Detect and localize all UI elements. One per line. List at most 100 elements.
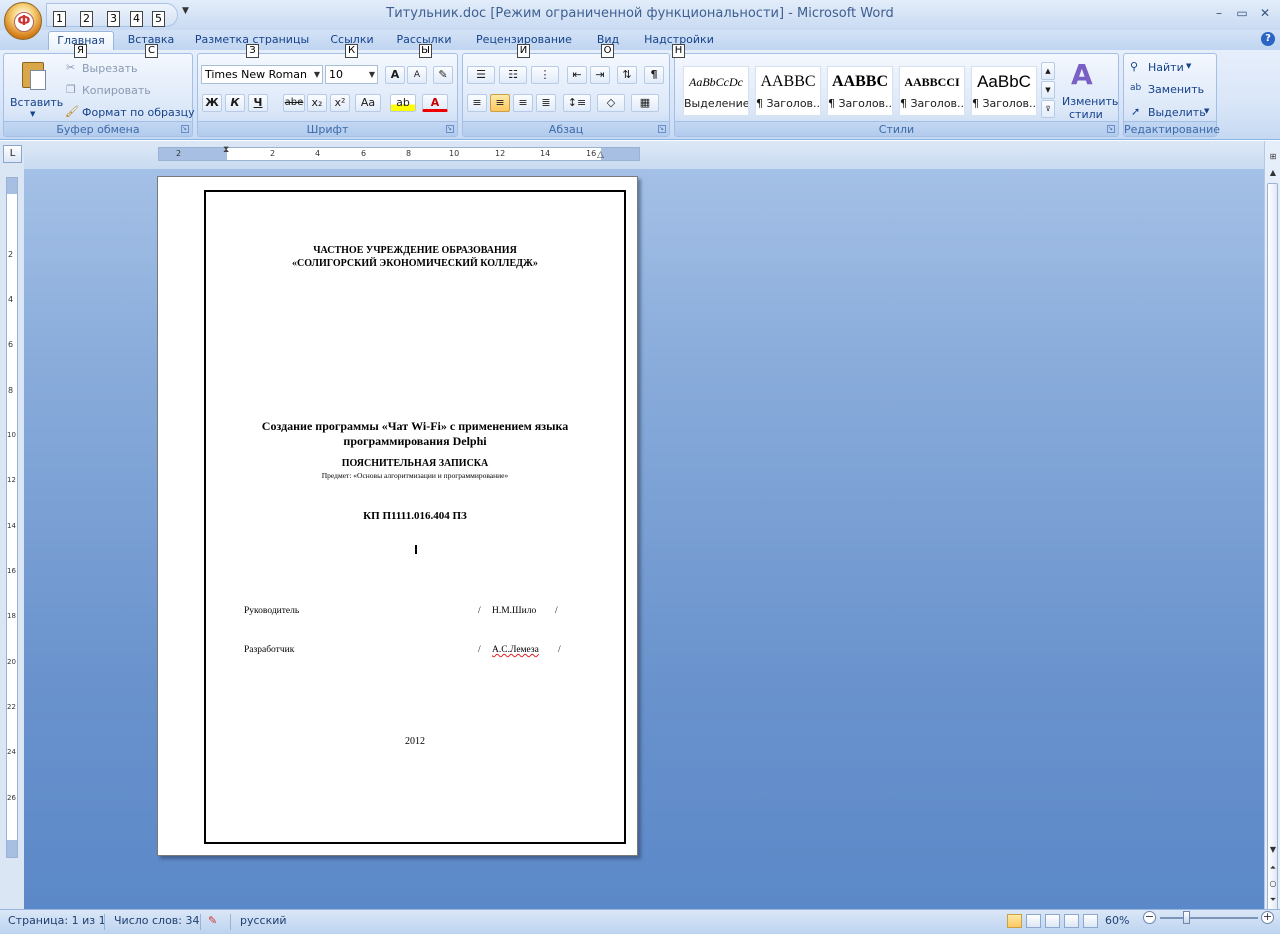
find-button[interactable]: Найти bbox=[1148, 61, 1184, 74]
align-left-icon[interactable]: ≡ bbox=[467, 94, 487, 112]
ruler-tick: 20 bbox=[7, 658, 16, 666]
ruler-margin-top bbox=[7, 178, 17, 194]
next-page-icon[interactable]: ⏷ bbox=[1267, 894, 1279, 906]
right-indent-icon[interactable]: △ bbox=[597, 150, 604, 160]
qat-key-redo[interactable]: 3 bbox=[107, 11, 120, 27]
styles-scroll-up-icon[interactable]: ▲ bbox=[1041, 62, 1055, 80]
ruler-margin-left bbox=[159, 148, 227, 160]
cut-button[interactable]: Вырезать bbox=[82, 62, 137, 75]
vertical-ruler[interactable]: 2 4 6 8 10 12 14 16 18 20 22 24 26 bbox=[6, 177, 18, 858]
office-button[interactable]: Ф bbox=[4, 2, 42, 40]
multilevel-list-icon[interactable]: ⋮ bbox=[531, 66, 559, 84]
developer-label: Разработчик bbox=[244, 645, 295, 655]
select-button[interactable]: Выделить bbox=[1148, 106, 1206, 119]
tab-selector-button[interactable]: L bbox=[3, 145, 22, 163]
minimize-button[interactable]: – bbox=[1208, 4, 1230, 22]
font-group-label: Шрифт bbox=[198, 121, 457, 136]
font-launcher-icon[interactable]: ↘ bbox=[446, 125, 454, 133]
style-heading-4[interactable]: AaBbC ¶ Заголов... bbox=[971, 66, 1037, 116]
horizontal-ruler[interactable]: ⧗ △ 2 2 4 6 8 10 12 14 16 bbox=[158, 145, 640, 161]
style-heading-1[interactable]: AABBC ¶ Заголов... bbox=[755, 66, 821, 116]
underline-button[interactable]: Ч bbox=[248, 94, 268, 112]
word-count[interactable]: Число слов: 34 bbox=[114, 914, 200, 927]
draft-view-icon[interactable] bbox=[1083, 914, 1098, 928]
first-line-indent-icon[interactable]: ⧗ bbox=[223, 145, 229, 155]
scrollbar-thumb[interactable] bbox=[1267, 183, 1278, 934]
clear-formatting-icon[interactable]: ✎ bbox=[433, 66, 453, 84]
ruler-tick: 2 bbox=[8, 250, 14, 259]
web-layout-icon[interactable] bbox=[1045, 914, 1060, 928]
superscript-button[interactable]: x² bbox=[330, 94, 350, 112]
style-heading-3[interactable]: AABBCCI ¶ Заголов... bbox=[899, 66, 965, 116]
numbering-icon[interactable]: ☷ bbox=[499, 66, 527, 84]
change-styles-label-1[interactable]: Изменить bbox=[1062, 95, 1118, 108]
font-name-combo[interactable]: Times New Roman ▼ bbox=[201, 65, 323, 84]
change-styles-label-2[interactable]: стили bbox=[1069, 108, 1103, 121]
show-formatting-button[interactable]: ¶ bbox=[644, 66, 664, 84]
close-button[interactable]: ✕ bbox=[1254, 4, 1276, 22]
bullets-icon[interactable]: ☰ bbox=[467, 66, 495, 84]
subscript-button[interactable]: x₂ bbox=[307, 94, 327, 112]
outline-view-icon[interactable] bbox=[1064, 914, 1079, 928]
paste-button[interactable]: Вставить bbox=[10, 96, 63, 109]
qat-key-5[interactable]: 5 bbox=[152, 11, 165, 27]
full-screen-reading-icon[interactable] bbox=[1026, 914, 1041, 928]
zoom-slider-thumb[interactable] bbox=[1183, 911, 1190, 924]
document-page[interactable]: ЧАСТНОЕ УЧРЕЖДЕНИЕ ОБРАЗОВАНИЯ «СОЛИГОРС… bbox=[157, 176, 638, 856]
styles-more-icon[interactable]: ⊽ bbox=[1041, 100, 1055, 118]
decrease-indent-icon[interactable]: ⇤ bbox=[567, 66, 587, 84]
increase-indent-icon[interactable]: ⇥ bbox=[590, 66, 610, 84]
vertical-scrollbar[interactable]: ⊞ ▲ ▼ ⏶ ○ ⏷ bbox=[1264, 141, 1280, 934]
justify-icon[interactable]: ≣ bbox=[536, 94, 556, 112]
align-center-icon[interactable]: ≡ bbox=[490, 94, 510, 112]
clipboard-launcher-icon[interactable]: ↘ bbox=[181, 125, 189, 133]
shrink-font-button[interactable]: A bbox=[407, 66, 427, 84]
align-right-icon[interactable]: ≡ bbox=[513, 94, 533, 112]
styles-scroll-down-icon[interactable]: ▼ bbox=[1041, 81, 1055, 99]
bold-button[interactable]: Ж bbox=[202, 94, 222, 112]
chevron-down-icon[interactable]: ▼ bbox=[1186, 62, 1191, 70]
qat-key-undo[interactable]: 2 bbox=[80, 11, 93, 27]
qat-key-save[interactable]: 1 bbox=[53, 11, 66, 27]
paste-dropdown-icon[interactable]: ▼ bbox=[30, 110, 35, 118]
zoom-slider[interactable] bbox=[1160, 917, 1258, 919]
supervisor-label: Руководитель bbox=[244, 606, 300, 616]
print-layout-view-icon[interactable] bbox=[1007, 914, 1022, 928]
style-heading-2[interactable]: AABBC ¶ Заголов... bbox=[827, 66, 893, 116]
copy-button[interactable]: Копировать bbox=[82, 84, 151, 97]
zoom-out-button[interactable]: − bbox=[1143, 911, 1156, 924]
page-border-frame: ЧАСТНОЕ УЧРЕЖДЕНИЕ ОБРАЗОВАНИЯ «СОЛИГОРС… bbox=[204, 190, 626, 844]
language-indicator[interactable]: русский bbox=[240, 914, 287, 927]
help-icon[interactable]: ? bbox=[1261, 32, 1275, 46]
shading-icon[interactable]: ◇ bbox=[597, 94, 625, 112]
format-painter-button[interactable]: Формат по образцу bbox=[82, 106, 195, 119]
italic-button[interactable]: К bbox=[225, 94, 245, 112]
styles-launcher-icon[interactable]: ↘ bbox=[1107, 125, 1115, 133]
chevron-down-icon: ▼ bbox=[313, 70, 320, 79]
proofing-icon[interactable]: ✎ bbox=[208, 914, 217, 927]
page-count[interactable]: Страница: 1 из 1 bbox=[8, 914, 106, 927]
scroll-up-icon[interactable]: ▲ bbox=[1267, 167, 1279, 179]
ruler-toggle-icon[interactable]: ⊞ bbox=[1267, 151, 1279, 163]
zoom-in-button[interactable]: + bbox=[1261, 911, 1274, 924]
ruler-tick: 4 bbox=[315, 149, 321, 158]
style-emphasis[interactable]: AaBbCcDc Выделение bbox=[683, 66, 749, 116]
sort-icon[interactable]: ⇅ bbox=[617, 66, 637, 84]
scroll-down-icon[interactable]: ▼ bbox=[1267, 844, 1279, 856]
paragraph-launcher-icon[interactable]: ↘ bbox=[658, 125, 666, 133]
zoom-level[interactable]: 60% bbox=[1105, 914, 1129, 927]
previous-page-icon[interactable]: ⏶ bbox=[1267, 862, 1279, 874]
font-color-icon[interactable]: A bbox=[422, 94, 448, 112]
qat-key-4[interactable]: 4 bbox=[130, 11, 143, 27]
chevron-down-icon[interactable]: ▼ bbox=[1204, 107, 1209, 115]
font-size-combo[interactable]: 10 ▼ bbox=[325, 65, 378, 84]
change-case-button[interactable]: Aa bbox=[355, 94, 381, 112]
borders-icon[interactable]: ▦ bbox=[631, 94, 659, 112]
replace-button[interactable]: Заменить bbox=[1148, 83, 1204, 96]
grow-font-button[interactable]: A bbox=[385, 66, 405, 84]
strikethrough-button[interactable]: abe bbox=[283, 94, 305, 112]
browse-object-icon[interactable]: ○ bbox=[1267, 878, 1279, 890]
highlight-icon[interactable]: ab bbox=[390, 94, 416, 112]
maximize-button[interactable]: ▭ bbox=[1231, 4, 1253, 22]
line-spacing-icon[interactable]: ↕≡ bbox=[563, 94, 591, 112]
